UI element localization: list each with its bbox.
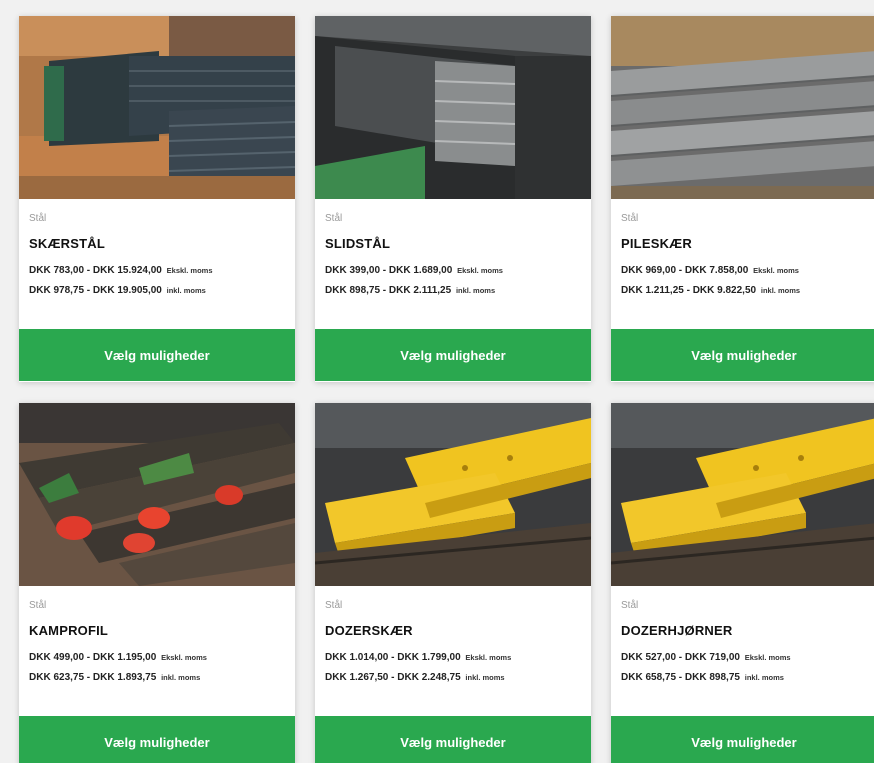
- choose-options-button[interactable]: Vælg muligheder: [611, 329, 874, 381]
- choose-options-button[interactable]: Vælg muligheder: [19, 329, 295, 381]
- choose-options-button[interactable]: Vælg muligheder: [611, 716, 874, 763]
- price-incl-vat: DKK 623,75 - DKK 1.893,75 inkl. moms: [29, 672, 201, 683]
- product-image[interactable]: [611, 403, 874, 586]
- product-title[interactable]: SLIDSTÅL: [325, 236, 581, 251]
- choose-options-button[interactable]: Vælg muligheder: [315, 716, 591, 763]
- product-category: Stål: [621, 213, 639, 224]
- choose-options-button[interactable]: Vælg muligheder: [19, 716, 295, 763]
- product-category: Stål: [621, 600, 639, 611]
- price-excl-vat: DKK 783,00 - DKK 15.924,00 Ekskl. moms: [29, 265, 213, 276]
- product-category: Stål: [325, 213, 343, 224]
- product-card[interactable]: Stål SLIDSTÅL DKK 399,00 - DKK 1.689,00 …: [315, 16, 591, 382]
- choose-options-button[interactable]: Vælg muligheder: [315, 329, 591, 381]
- product-card[interactable]: Stål DOZERSKÆR DKK 1.014,00 - DKK 1.799,…: [315, 403, 591, 763]
- product-image[interactable]: [315, 403, 591, 586]
- price-excl-vat: DKK 399,00 - DKK 1.689,00 Ekskl. moms: [325, 265, 503, 276]
- product-category: Stål: [29, 600, 47, 611]
- product-image[interactable]: [315, 16, 591, 199]
- price-incl-vat: DKK 1.211,25 - DKK 9.822,50 inkl. moms: [621, 285, 801, 296]
- product-card[interactable]: Stål DOZERHJØRNER DKK 527,00 - DKK 719,0…: [611, 403, 874, 763]
- product-title[interactable]: DOZERHJØRNER: [621, 623, 867, 638]
- product-title[interactable]: DOZERSKÆR: [325, 623, 581, 638]
- product-title[interactable]: KAMPROFIL: [29, 623, 285, 638]
- price-excl-vat: DKK 969,00 - DKK 7.858,00 Ekskl. moms: [621, 265, 799, 276]
- price-incl-vat: DKK 1.267,50 - DKK 2.248,75 inkl. moms: [325, 672, 505, 683]
- product-image[interactable]: [19, 16, 295, 199]
- product-image[interactable]: [19, 403, 295, 586]
- price-excl-vat: DKK 527,00 - DKK 719,00 Ekskl. moms: [621, 652, 791, 663]
- product-title[interactable]: PILESKÆR: [621, 236, 867, 251]
- product-category: Stål: [325, 600, 343, 611]
- product-category: Stål: [29, 213, 47, 224]
- product-card[interactable]: Stål KAMPROFIL DKK 499,00 - DKK 1.195,00…: [19, 403, 295, 763]
- price-excl-vat: DKK 499,00 - DKK 1.195,00 Ekskl. moms: [29, 652, 207, 663]
- product-title[interactable]: SKÆRSTÅL: [29, 236, 285, 251]
- product-image[interactable]: [611, 16, 874, 199]
- price-incl-vat: DKK 658,75 - DKK 898,75 inkl. moms: [621, 672, 784, 683]
- product-grid: Stål SKÆRSTÅL DKK 783,00 - DKK 15.924,00…: [0, 0, 874, 763]
- price-incl-vat: DKK 978,75 - DKK 19.905,00 inkl. moms: [29, 285, 206, 296]
- product-card[interactable]: Stål PILESKÆR DKK 969,00 - DKK 7.858,00 …: [611, 16, 874, 382]
- product-card[interactable]: Stål SKÆRSTÅL DKK 783,00 - DKK 15.924,00…: [19, 16, 295, 382]
- price-incl-vat: DKK 898,75 - DKK 2.111,25 inkl. moms: [325, 285, 496, 296]
- price-excl-vat: DKK 1.014,00 - DKK 1.799,00 Ekskl. moms: [325, 652, 512, 663]
